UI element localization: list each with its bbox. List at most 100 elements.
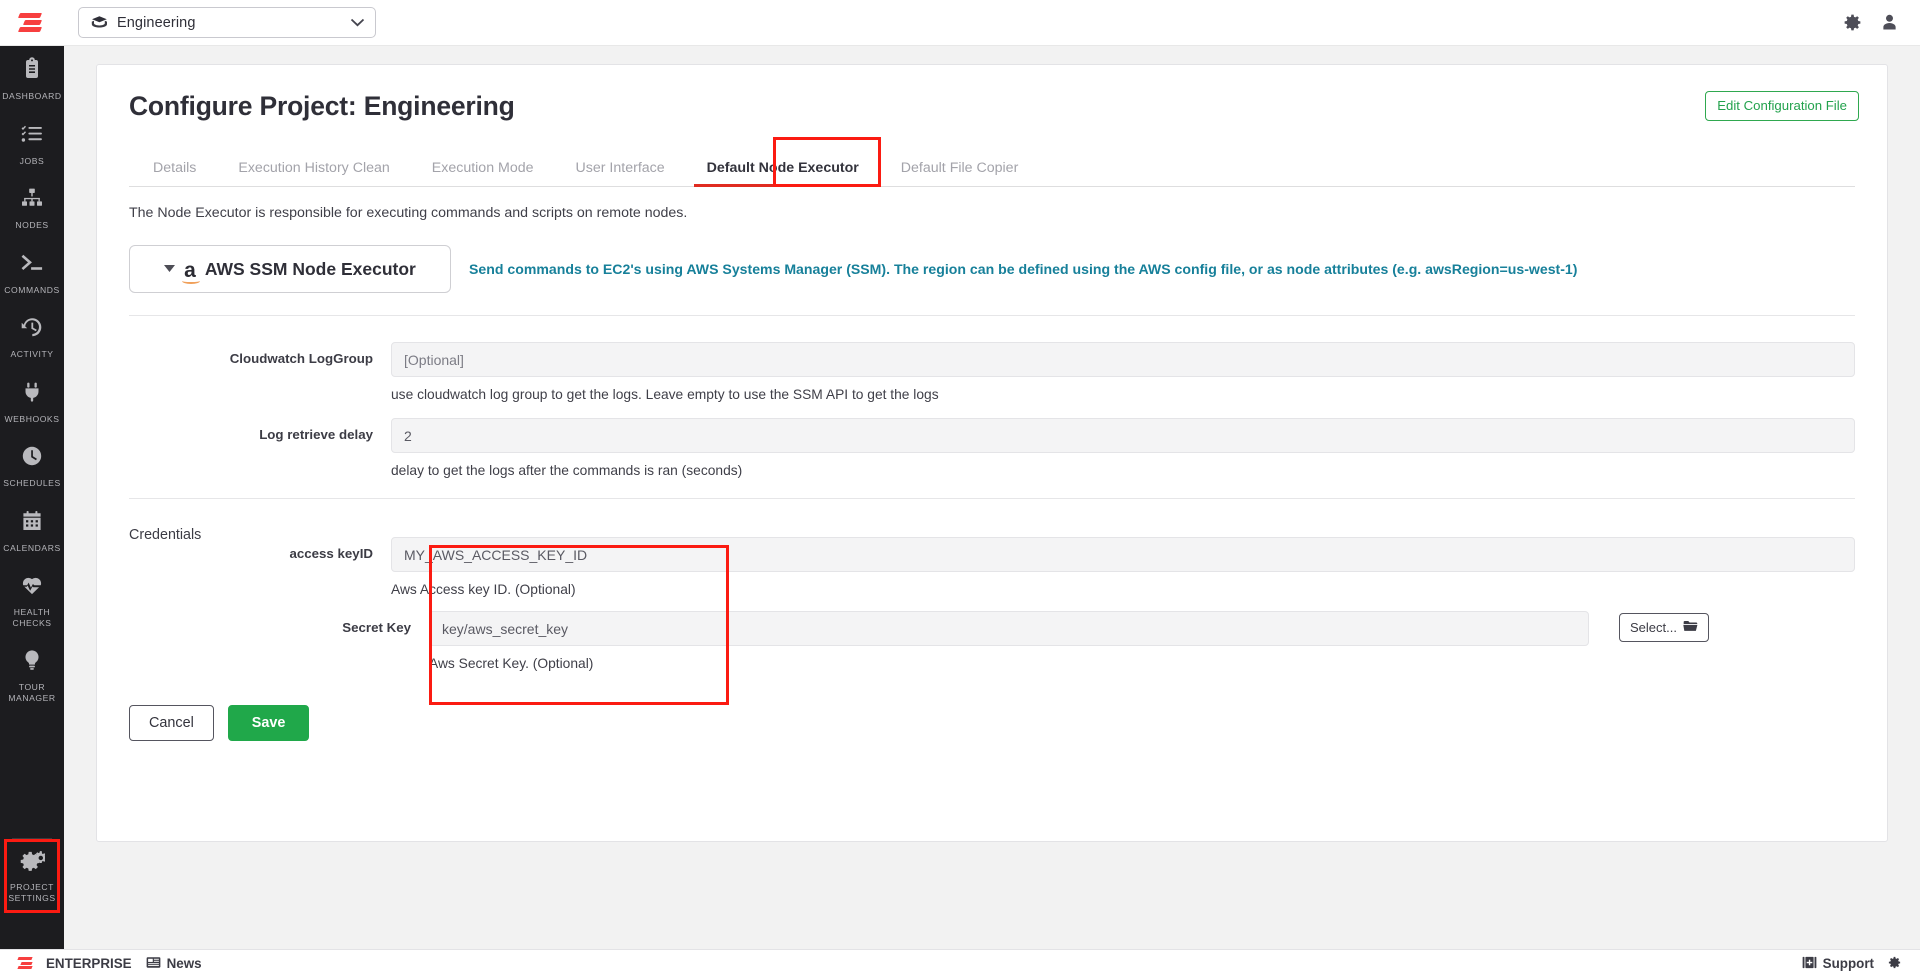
clock-icon <box>20 444 44 473</box>
field-row-secret-key: Secret Key key/aws_secret_key Aws Secret… <box>129 611 1855 671</box>
top-bar-actions <box>1842 12 1920 33</box>
tab-default-node-executor[interactable]: Default Node Executor <box>686 160 880 187</box>
lightbulb-icon <box>20 648 44 677</box>
save-button[interactable]: Save <box>227 705 310 741</box>
sidebar-item-label: PROJECT SETTINGS <box>8 882 56 903</box>
project-selector-value: Engineering <box>117 14 196 31</box>
tab-details[interactable]: Details <box>129 160 217 187</box>
field-label: Cloudwatch LogGroup <box>229 351 373 366</box>
credentials-form: access keyID MY_AWS_ACCESS_KEY_ID Aws Ac… <box>129 537 1855 705</box>
top-bar: Engineering <box>0 0 1920 46</box>
edit-configuration-file-button[interactable]: Edit Configuration File <box>1705 91 1859 121</box>
executor-config-form: Cloudwatch LogGroup [Optional] use cloud… <box>129 316 1855 478</box>
gears-icon <box>19 850 47 877</box>
form-actions: Cancel Save <box>129 705 1855 741</box>
tab-user-interface[interactable]: User Interface <box>555 160 686 187</box>
sidebar-item-activity[interactable]: ACTIVITY <box>0 304 64 369</box>
sidebar-item-webhooks[interactable]: WEBHOOKS <box>0 369 64 434</box>
sidebar-item-label: SCHEDULES <box>3 478 61 488</box>
sidebar-item-label: HEALTH CHECKS <box>12 607 52 628</box>
field-row-log-retrieve-delay: Log retrieve delay 2 delay to get the lo… <box>129 418 1855 478</box>
sidebar-item-commands[interactable]: COMMANDS <box>0 240 64 305</box>
footer-right-actions: Support <box>1802 955 1902 973</box>
sidebar-item-tour-manager[interactable]: TOUR MANAGER <box>0 637 64 712</box>
project-selector[interactable]: Engineering <box>78 7 376 38</box>
tab-execution-history-clean[interactable]: Execution History Clean <box>217 160 410 187</box>
app-root: Engineering DASHBOARD JOBS NODES COMMAND… <box>0 0 1920 977</box>
footer-status-bar: ENTERPRISE News Support <box>0 949 1920 977</box>
field-label: Secret Key <box>342 620 411 635</box>
news-icon <box>146 956 161 972</box>
sidebar-item-label: WEBHOOKS <box>4 413 60 424</box>
sidebar-item-health-checks[interactable]: HEALTH CHECKS <box>0 562 64 637</box>
footer-edition-label: ENTERPRISE <box>46 956 132 971</box>
projects-folder-icon <box>91 15 108 30</box>
heartbeat-icon <box>20 573 44 602</box>
rundeck-logo[interactable] <box>0 11 64 35</box>
clipboard-icon <box>20 57 44 86</box>
plug-icon <box>20 380 44 409</box>
footer-support-link[interactable]: Support <box>1802 956 1874 972</box>
chevron-down-icon <box>350 15 365 30</box>
configure-project-card: Configure Project: Engineering Edit Conf… <box>96 64 1888 842</box>
main-content: Configure Project: Engineering Edit Conf… <box>64 46 1920 949</box>
checklist-icon <box>20 122 44 151</box>
caret-down-icon <box>164 263 176 275</box>
tab-execution-mode[interactable]: Execution Mode <box>411 160 555 187</box>
secret-key-select-button[interactable]: Select... <box>1619 613 1709 642</box>
footer-edition: ENTERPRISE <box>17 956 132 971</box>
sidebar-item-label: TOUR MANAGER <box>8 682 56 703</box>
field-label: access keyID <box>289 546 373 561</box>
gear-icon[interactable] <box>1842 12 1863 33</box>
section-description: The Node Executor is responsible for exe… <box>129 205 688 221</box>
cancel-button[interactable]: Cancel <box>129 705 214 741</box>
log-retrieve-delay-input[interactable]: 2 <box>391 418 1855 453</box>
support-icon <box>1802 956 1817 972</box>
field-help-text: use cloudwatch log group to get the logs… <box>391 387 939 402</box>
field-label: Log retrieve delay <box>259 427 373 442</box>
sidebar-item-jobs[interactable]: JOBS <box>0 111 64 176</box>
field-help-text: Aws Secret Key. (Optional) <box>429 656 594 671</box>
rundeck-logo-icon <box>17 956 34 971</box>
gear-icon[interactable] <box>1887 955 1902 973</box>
aws-logo-icon: a <box>182 258 200 284</box>
footer-news-link[interactable]: News <box>146 956 202 972</box>
select-button-label: Select... <box>1630 620 1677 635</box>
access-keyid-input[interactable]: MY_AWS_ACCESS_KEY_ID <box>391 537 1855 572</box>
sidebar-item-nodes[interactable]: NODES <box>0 175 64 240</box>
executor-description: Send commands to EC2's using AWS Systems… <box>469 261 1578 277</box>
sidebar-item-project-settings[interactable]: PROJECT SETTINGS <box>4 839 60 913</box>
tab-default-file-copier[interactable]: Default File Copier <box>880 160 1040 187</box>
field-row-access-keyid: access keyID MY_AWS_ACCESS_KEY_ID Aws Ac… <box>129 537 1855 597</box>
cloudwatch-loggroup-input[interactable]: [Optional] <box>391 342 1855 377</box>
secret-key-input[interactable]: key/aws_secret_key <box>429 611 1589 646</box>
sidebar-item-label: COMMANDS <box>4 284 60 295</box>
settings-tabs: Details Execution History Clean Executio… <box>129 137 1855 187</box>
sidebar: DASHBOARD JOBS NODES COMMANDS ACTIVITY W… <box>0 46 64 949</box>
footer-support-label: Support <box>1822 956 1874 971</box>
field-help-text: delay to get the logs after the commands… <box>391 463 743 478</box>
page-title: Configure Project: Engineering <box>129 91 515 121</box>
sidebar-item-dashboard[interactable]: DASHBOARD <box>0 46 64 111</box>
sidebar-item-calendars[interactable]: CALENDARS <box>0 498 64 563</box>
folder-icon <box>1683 620 1698 635</box>
field-row-cloudwatch-loggroup: Cloudwatch LogGroup [Optional] use cloud… <box>129 342 1855 402</box>
executor-selector[interactable]: a AWS SSM Node Executor <box>129 245 451 293</box>
user-icon[interactable] <box>1879 12 1900 33</box>
sidebar-item-label: DASHBOARD <box>2 91 62 101</box>
sidebar-item-label: JOBS <box>19 155 45 166</box>
field-help-text: Aws Access key ID. (Optional) <box>391 582 576 597</box>
calendar-icon <box>20 509 44 538</box>
sidebar-item-label: ACTIVITY <box>10 349 54 359</box>
sidebar-item-schedules[interactable]: SCHEDULES <box>0 433 64 498</box>
rundeck-logo-icon <box>17 11 45 35</box>
terminal-icon <box>20 251 44 280</box>
executor-row: a AWS SSM Node Executor Send commands to… <box>129 245 1855 293</box>
executor-name: AWS SSM Node Executor <box>204 258 416 279</box>
sidebar-item-label: CALENDARS <box>3 542 61 553</box>
history-icon <box>20 315 44 344</box>
sidebar-item-label: NODES <box>15 220 49 230</box>
sidebar-bottom: PROJECT SETTINGS <box>0 832 64 913</box>
footer-news-label: News <box>166 956 202 971</box>
credentials-divider <box>129 498 1855 499</box>
